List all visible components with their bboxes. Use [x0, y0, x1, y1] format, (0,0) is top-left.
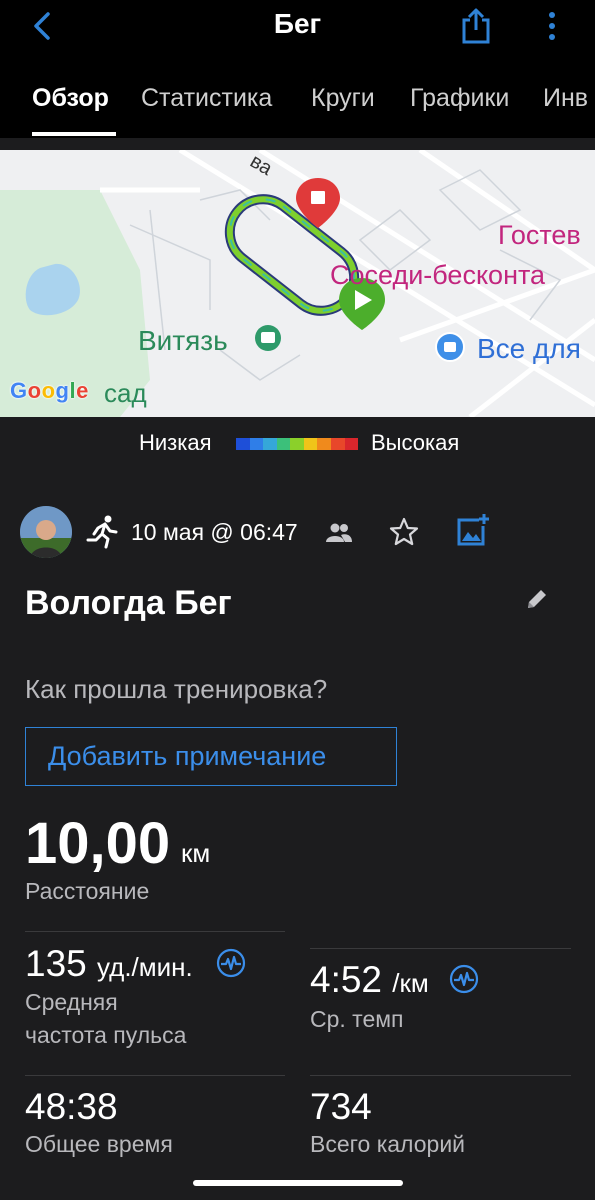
calories-label: Всего калорий	[310, 1131, 466, 1157]
avatar[interactable]	[20, 506, 72, 558]
add-note-label: Добавить примечание	[48, 741, 327, 771]
avg-pace-stat: 4:52 /км	[310, 959, 429, 1001]
map-poi-guest: Гостев	[498, 220, 581, 250]
home-indicator[interactable]	[193, 1180, 403, 1186]
legend-color-bar	[236, 438, 359, 450]
tab-laps[interactable]: Круги	[311, 84, 375, 113]
page-title: Бег	[273, 8, 322, 39]
legend-color-segment	[290, 438, 304, 450]
heart-rate-device-icon[interactable]	[216, 948, 246, 978]
divider	[310, 1075, 571, 1076]
total-time-label: Общее время	[25, 1131, 173, 1157]
activity-date: 10 мая @ 06:47	[131, 519, 298, 545]
legend-high-label: Высокая	[371, 430, 460, 455]
top-bar: Бег Обзор Статистика Круги Графики Инв	[0, 0, 595, 138]
legend-color-segment	[344, 438, 359, 450]
pace-device-icon[interactable]	[449, 964, 479, 994]
share-icon[interactable]	[458, 6, 494, 46]
legend-color-segment	[263, 438, 277, 450]
avg-hr-label-line1: Средняя	[25, 989, 118, 1015]
avg-pace-value: 4:52	[310, 959, 383, 1000]
avg-pace-label: Ср. темп	[310, 1006, 404, 1032]
divider	[25, 931, 285, 932]
running-icon	[86, 515, 118, 549]
distance-label: Расстояние	[25, 878, 150, 904]
avg-pace-unit: /км	[392, 968, 429, 998]
google-logo: Google	[10, 378, 89, 403]
legend-color-segment	[317, 438, 331, 450]
map-poi-vityaz: Витязь	[138, 325, 228, 356]
distance-value: 10,00	[25, 811, 171, 876]
add-note-button[interactable]: Добавить примечание	[25, 727, 397, 786]
active-tab-indicator	[32, 132, 116, 136]
star-icon[interactable]	[388, 516, 420, 548]
intensity-legend: Низкая Высокая	[0, 428, 595, 462]
activity-title: Вологда Бег	[25, 584, 232, 622]
map-poi-all-for: Все для	[477, 333, 581, 364]
avg-hr-stat: 135 уд./мин.	[25, 943, 193, 985]
avg-hr-label: Средняя частота пульса	[25, 986, 186, 1052]
workout-question: Как прошла тренировка?	[25, 674, 328, 704]
tab-charts[interactable]: Графики	[410, 84, 509, 113]
total-time-value: 48:38	[25, 1086, 118, 1127]
more-options-icon[interactable]	[538, 8, 566, 44]
tab-bar: Обзор Статистика Круги Графики Инв	[0, 80, 595, 138]
divider	[25, 1075, 285, 1076]
legend-color-segment	[249, 438, 264, 450]
people-icon[interactable]	[324, 518, 354, 548]
calories-value: 734	[310, 1086, 372, 1127]
edit-icon[interactable]	[524, 586, 550, 612]
map-label-sad: сад	[104, 378, 147, 408]
add-photo-icon[interactable]	[455, 512, 491, 548]
map-poi-neighbors: Соседи-бесконта	[330, 260, 546, 290]
divider	[310, 948, 571, 949]
tab-overview[interactable]: Обзор	[32, 84, 109, 113]
tab-statistics[interactable]: Статистика	[141, 84, 272, 113]
legend-low-label: Низкая	[139, 430, 212, 455]
distance-unit: км	[181, 838, 211, 868]
legend-color-segment	[276, 438, 291, 450]
tab-more[interactable]: Инв	[543, 84, 588, 113]
legend-color-segment	[236, 438, 250, 450]
legend-color-segment	[303, 438, 318, 450]
avg-hr-unit: уд./мин.	[97, 952, 193, 982]
avg-hr-value: 135	[25, 943, 87, 984]
legend-color-segment	[330, 438, 345, 450]
avg-hr-label-line2: частота пульса	[25, 1022, 187, 1048]
route-map[interactable]: ва Гостев Соседи-бесконта Витязь Все для…	[0, 150, 595, 417]
